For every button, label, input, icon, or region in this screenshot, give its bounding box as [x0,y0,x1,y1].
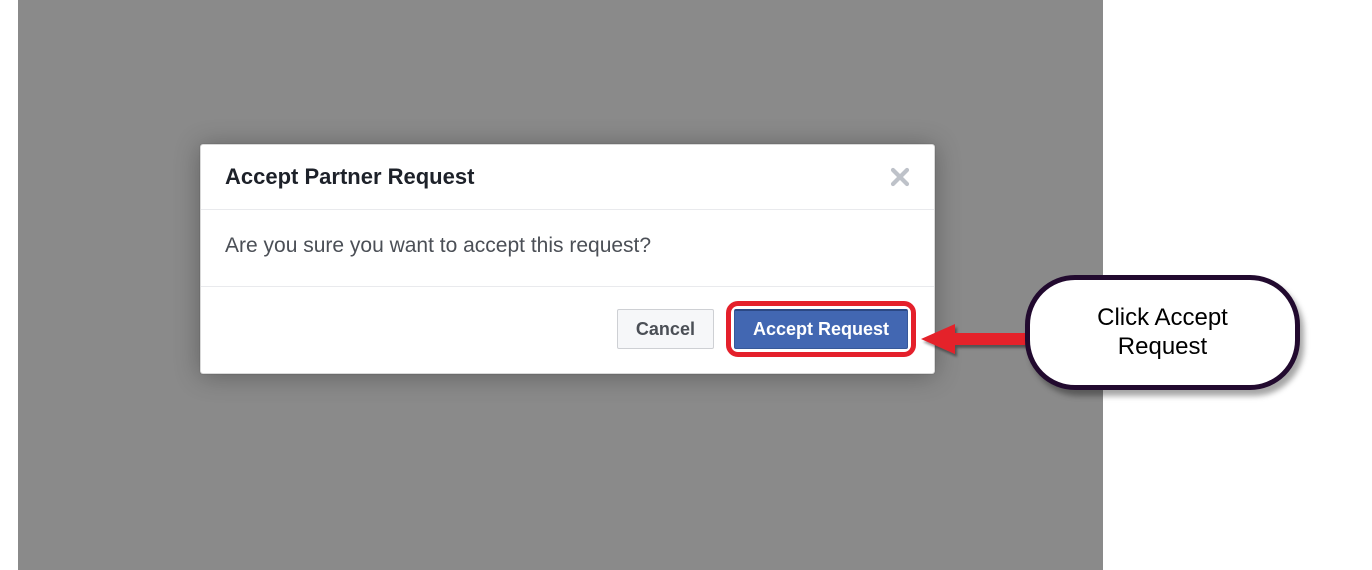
screenshot-stage: Accept Partner Request Are you sure you … [0,0,1372,570]
close-icon[interactable] [886,163,914,191]
dialog-title: Accept Partner Request [225,164,474,190]
highlight-ring: Accept Request [726,301,916,357]
arrow-left-icon [921,322,1031,365]
instruction-callout: Click Accept Request [1025,275,1300,390]
dialog-footer: Cancel Accept Request [201,287,934,373]
accept-request-button[interactable]: Accept Request [734,309,908,349]
accept-partner-request-dialog: Accept Partner Request Are you sure you … [200,144,935,374]
dialog-body-text: Are you sure you want to accept this req… [201,210,934,287]
cancel-button[interactable]: Cancel [617,309,714,349]
dialog-header: Accept Partner Request [201,145,934,210]
